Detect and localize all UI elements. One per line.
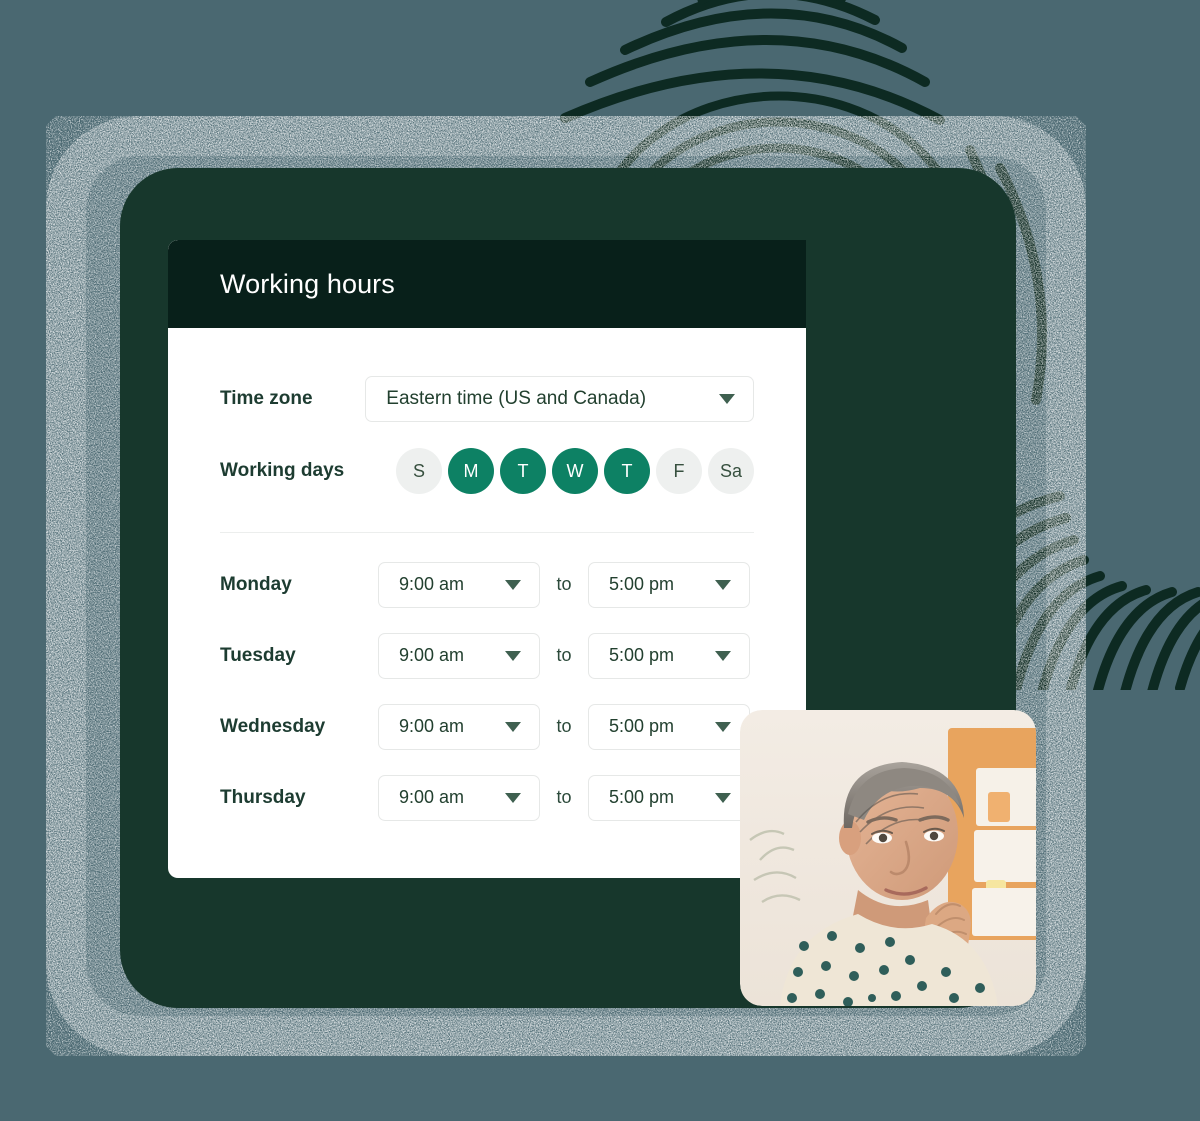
day-toggle-thursday[interactable]: T	[604, 448, 650, 494]
start-time-select[interactable]: 9:00 am	[378, 774, 540, 821]
timezone-label: Time zone	[220, 388, 313, 409]
day-toggle-friday[interactable]: F	[656, 448, 702, 494]
day-toggle-saturday[interactable]: Sa	[708, 448, 754, 494]
working-days-label: Working days	[220, 460, 345, 481]
card-body: Time zone Eastern time (US and Canada) W…	[168, 376, 806, 833]
end-time-select[interactable]: 5:00 pm	[588, 561, 750, 608]
chevron-down-icon	[505, 792, 521, 803]
schedule-day-label: Wednesday	[220, 715, 326, 737]
chevron-down-icon	[715, 721, 731, 732]
chevron-down-icon	[715, 792, 731, 803]
timezone-select[interactable]: Eastern time (US and Canada)	[365, 376, 754, 422]
working-days-row: Working days S M T W T F Sa	[220, 448, 754, 494]
timezone-row: Time zone Eastern time (US and Canada)	[220, 376, 754, 422]
chevron-down-icon	[715, 650, 731, 661]
end-time-select[interactable]: 5:00 pm	[588, 632, 750, 679]
day-toggle-sunday[interactable]: S	[396, 448, 442, 494]
end-time-select-value: 5:00 pm	[609, 716, 675, 736]
end-time-select-value: 5:00 pm	[609, 787, 675, 807]
schedule-day-label: Thursday	[220, 786, 306, 808]
time-range-separator: to	[556, 787, 572, 807]
chevron-down-icon	[505, 721, 521, 732]
day-toggle-wednesday[interactable]: W	[552, 448, 598, 494]
start-time-select[interactable]: 9:00 am	[378, 632, 540, 679]
schedule-day-label: Tuesday	[220, 644, 296, 666]
time-range-separator: to	[556, 574, 572, 594]
time-range-separator: to	[556, 716, 572, 736]
schedule-row: Tuesday 9:00 am to 5:00 pm	[220, 620, 754, 691]
portrait-photo	[740, 710, 1036, 1006]
card-header: Working hours	[168, 240, 806, 328]
timezone-value: Eastern time (US and Canada)	[386, 388, 647, 409]
chevron-down-icon	[715, 579, 731, 590]
day-toggle-monday[interactable]: M	[448, 448, 494, 494]
start-time-select[interactable]: 9:00 am	[378, 561, 540, 608]
day-toggle-group: S M T W T F Sa	[396, 448, 754, 494]
section-divider	[220, 532, 754, 533]
day-toggle-tuesday[interactable]: T	[500, 448, 546, 494]
start-time-select-value: 9:00 am	[399, 645, 465, 665]
schedule-day-label: Monday	[220, 573, 292, 595]
chevron-down-icon	[505, 579, 521, 590]
end-time-select-value: 5:00 pm	[609, 574, 675, 594]
schedule-row: Monday 9:00 am to 5:00 pm	[220, 549, 754, 620]
schedule-row: Wednesday 9:00 am to 5:00 pm	[220, 691, 754, 762]
chevron-down-icon	[505, 650, 521, 661]
schedule-list: Monday 9:00 am to 5:00 pm Tuesday 9:00 am to 5:…	[220, 549, 754, 833]
start-time-select-value: 9:00 am	[399, 574, 465, 594]
working-hours-card: Working hours Time zone Eastern time (US…	[168, 240, 806, 878]
schedule-row: Thursday 9:00 am to 5:00 pm	[220, 762, 754, 833]
start-time-select[interactable]: 9:00 am	[378, 703, 540, 750]
page-title: Working hours	[220, 268, 395, 299]
end-time-select-value: 5:00 pm	[609, 645, 675, 665]
start-time-select-value: 9:00 am	[399, 716, 465, 736]
end-time-select[interactable]: 5:00 pm	[588, 774, 750, 821]
time-range-separator: to	[556, 645, 572, 665]
end-time-select[interactable]: 5:00 pm	[588, 703, 750, 750]
chevron-down-icon	[719, 394, 735, 404]
page-canvas: Working hours Time zone Eastern time (US…	[0, 0, 1200, 1121]
start-time-select-value: 9:00 am	[399, 787, 465, 807]
